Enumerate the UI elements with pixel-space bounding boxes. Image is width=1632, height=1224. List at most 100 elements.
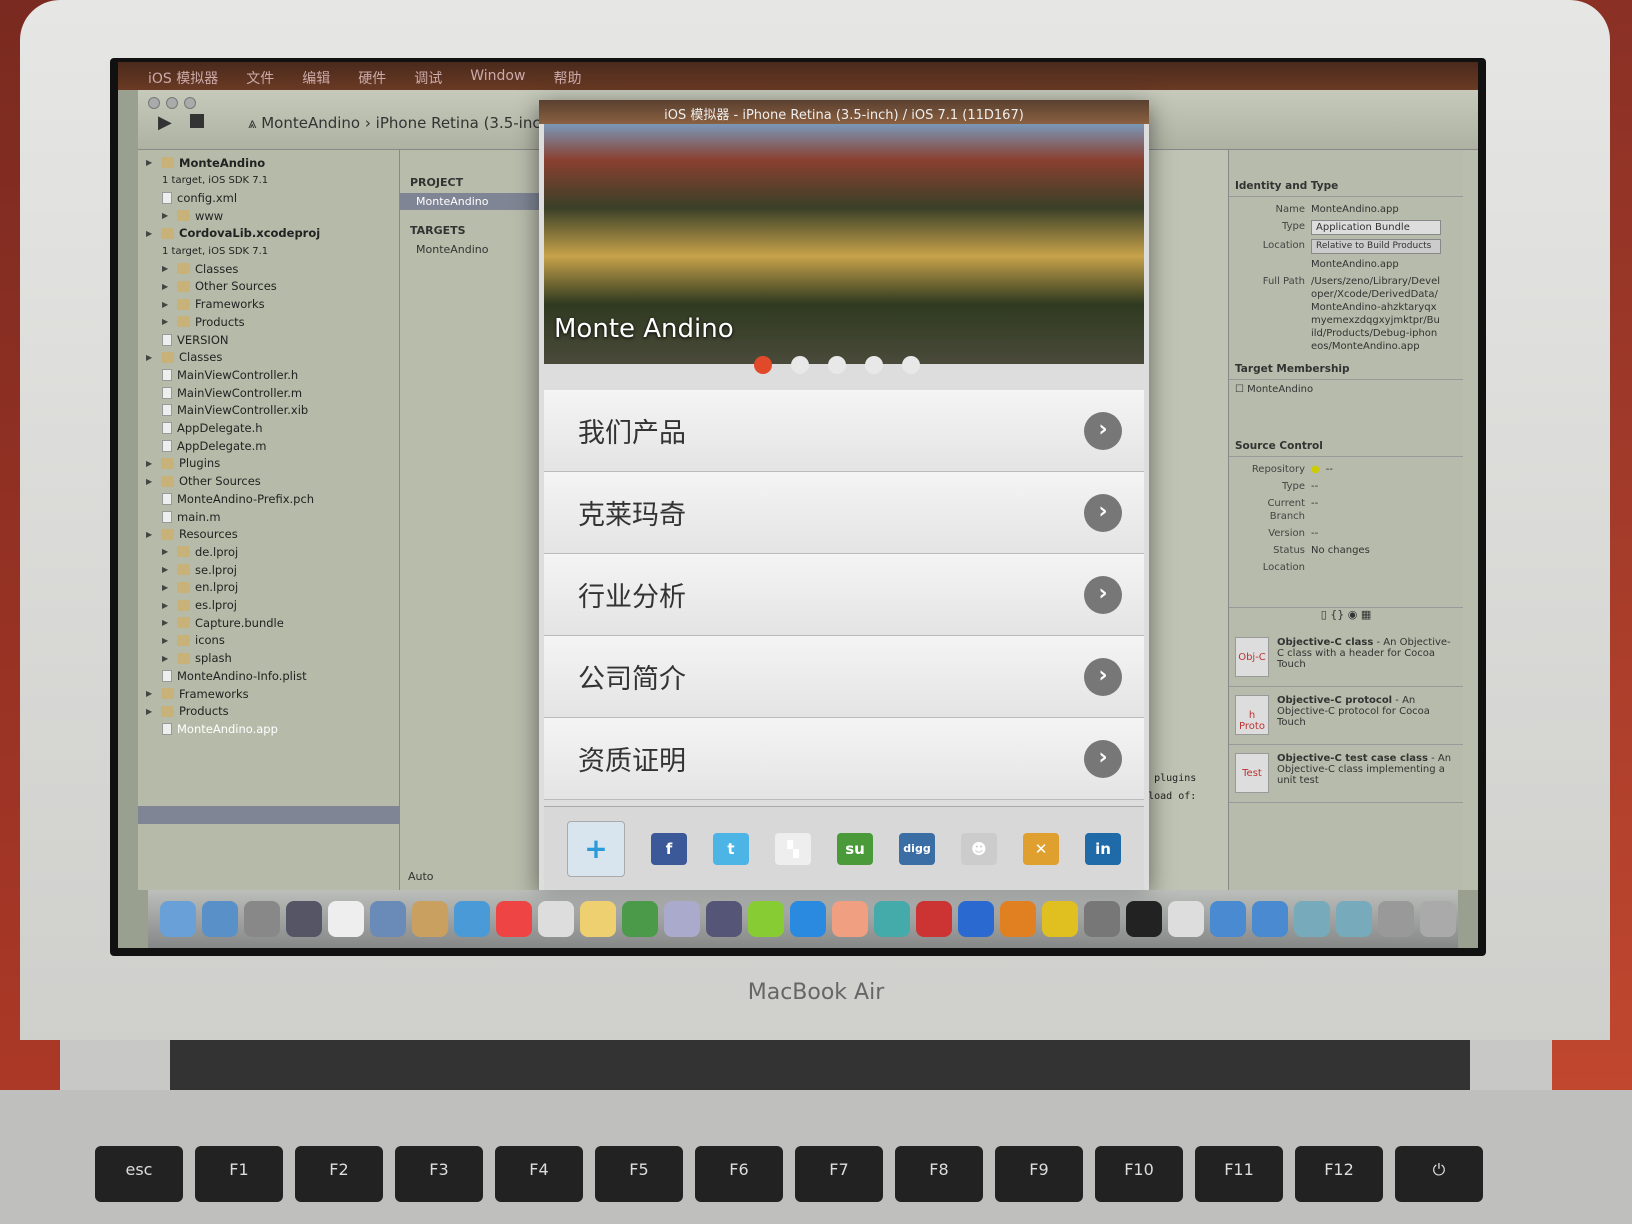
disclosure-triangle-icon[interactable]: ▶	[162, 618, 172, 627]
dock-app-icon[interactable]	[1084, 901, 1120, 937]
tree-row[interactable]: ▶ CordovaLib.xcodeproj	[146, 225, 320, 242]
tree-row[interactable]: ▶ Frameworks	[146, 685, 249, 702]
menu-row[interactable]: 我们产品 ›	[544, 390, 1144, 472]
dock-app-icon[interactable]	[286, 901, 322, 937]
dock-app-icon[interactable]	[1042, 901, 1078, 937]
tree-row[interactable]: ▶ www	[162, 207, 223, 224]
disclosure-triangle-icon[interactable]: ▶	[162, 317, 172, 326]
disclosure-triangle-icon[interactable]: ▶	[162, 282, 172, 291]
tree-row[interactable]: ▶ se.lproj	[162, 561, 237, 578]
disclosure-triangle-icon[interactable]: ▶	[146, 353, 156, 362]
template-item[interactable]: Obj-C Objective-C class - An Objective-C …	[1229, 629, 1463, 687]
dock-app-icon[interactable]	[1252, 901, 1288, 937]
disclosure-triangle-icon[interactable]: ▶	[146, 707, 156, 716]
menu-item[interactable]: Window	[470, 68, 525, 84]
run-button[interactable]: ▶	[158, 112, 172, 133]
dock-app-icon[interactable]	[916, 901, 952, 937]
tree-row[interactable]: ▶ Resources	[146, 526, 238, 543]
tree-row[interactable]: MonteAndino-Info.plist	[162, 667, 307, 684]
page-dot[interactable]	[754, 356, 772, 374]
library-tabs[interactable]: ▯ {} ◉ ▦	[1229, 607, 1463, 629]
disclosure-triangle-icon[interactable]: ▶	[162, 547, 172, 556]
menu-item[interactable]: iOS 模拟器	[148, 68, 218, 87]
menu-item[interactable]: 帮助	[553, 68, 581, 87]
disclosure-triangle-icon[interactable]: ▶	[146, 530, 156, 539]
dock-app-icon[interactable]	[1168, 901, 1204, 937]
tree-row[interactable]: MainViewController.xib	[162, 402, 308, 419]
dock-app-icon[interactable]	[244, 901, 280, 937]
reddit-icon[interactable]: ☻	[961, 832, 997, 865]
dock-app-icon[interactable]	[580, 901, 616, 937]
tree-row[interactable]: ▶ Plugins	[146, 455, 220, 472]
disclosure-triangle-icon[interactable]: ▶	[162, 300, 172, 309]
dock-app-icon[interactable]	[832, 901, 868, 937]
dock-app-icon[interactable]	[1336, 901, 1372, 937]
dock-app-icon[interactable]	[1378, 901, 1414, 937]
dock-app-icon[interactable]	[1420, 901, 1456, 937]
scheme-selector[interactable]: ⩓ MonteAndino › iPhone Retina (3.5-inch)	[248, 114, 556, 132]
tree-row[interactable]: ▶ Products	[162, 313, 245, 330]
tree-row[interactable]: ▶ Frameworks	[162, 296, 265, 313]
dock-app-icon[interactable]	[1210, 901, 1246, 937]
tree-row[interactable]: ▶ Other Sources	[146, 473, 261, 490]
dock-app-icon[interactable]	[790, 901, 826, 937]
stumbleupon-icon[interactable]: su	[837, 832, 873, 865]
disclosure-triangle-icon[interactable]: ▶	[146, 459, 156, 468]
tree-row[interactable]: main.m	[162, 508, 221, 525]
menu-item[interactable]: 硬件	[358, 68, 386, 87]
page-dot[interactable]	[828, 356, 846, 374]
traffic-lights[interactable]	[148, 94, 202, 113]
menu-row[interactable]: 行业分析 ›	[544, 554, 1144, 636]
tree-row[interactable]: ▶ MonteAndino	[146, 154, 265, 171]
name-field[interactable]: MonteAndino.app	[1311, 203, 1399, 216]
disclosure-triangle-icon[interactable]: ▶	[162, 583, 172, 592]
dock-app-icon[interactable]	[454, 901, 490, 937]
tree-row[interactable]: MonteAndino.app	[162, 720, 278, 737]
auto-selector[interactable]: Auto	[408, 870, 434, 883]
menu-row[interactable]: 资质证明 ›	[544, 718, 1144, 800]
tree-row[interactable]: config.xml	[162, 189, 237, 206]
dock-app-icon[interactable]	[1000, 901, 1036, 937]
dock-app-icon[interactable]	[958, 901, 994, 937]
disclosure-triangle-icon[interactable]: ▶	[162, 636, 172, 645]
disclosure-triangle-icon[interactable]: ▶	[162, 601, 172, 610]
template-item[interactable]: Test Objective-C test case class - An Obj…	[1229, 745, 1463, 803]
dock-app-icon[interactable]	[328, 901, 364, 937]
tree-row[interactable]: VERSION	[162, 331, 228, 348]
menu-item[interactable]: 编辑	[302, 68, 330, 87]
dock-app-icon[interactable]	[706, 901, 742, 937]
facebook-icon[interactable]: f	[651, 832, 687, 865]
page-dot[interactable]	[902, 356, 920, 374]
checkbox[interactable]: ☐	[1235, 384, 1247, 395]
xing-icon[interactable]: ✕	[1023, 832, 1059, 865]
disclosure-triangle-icon[interactable]: ▶	[146, 229, 156, 238]
dock-app-icon[interactable]	[370, 901, 406, 937]
dock-app-icon[interactable]	[496, 901, 532, 937]
disclosure-triangle-icon[interactable]: ▶	[146, 477, 156, 486]
dock-app-icon[interactable]	[874, 901, 910, 937]
menu-row[interactable]: 克莱玛奇 ›	[544, 472, 1144, 554]
menu-row[interactable]: 公司简介 ›	[544, 636, 1144, 718]
disclosure-triangle-icon[interactable]: ▶	[162, 654, 172, 663]
tree-row[interactable]: ▶ es.lproj	[162, 597, 237, 614]
tree-row[interactable]: MainViewController.m	[162, 384, 302, 401]
twitter-icon[interactable]: t	[713, 832, 749, 865]
dock-app-icon[interactable]	[1294, 901, 1330, 937]
dock-app-icon[interactable]	[202, 901, 238, 937]
membership-row[interactable]: ☐ MonteAndino	[1229, 380, 1463, 436]
digg-icon[interactable]: digg	[899, 832, 935, 865]
dock-app-icon[interactable]	[538, 901, 574, 937]
linkedin-icon[interactable]: in	[1085, 832, 1121, 865]
delicious-icon[interactable]: ▚	[775, 832, 811, 865]
stop-button[interactable]	[190, 114, 204, 128]
disclosure-triangle-icon[interactable]: ▶	[162, 264, 172, 273]
dock-app-icon[interactable]	[622, 901, 658, 937]
project-item[interactable]: MonteAndino	[400, 193, 539, 210]
type-select[interactable]: Application Bundle	[1311, 220, 1441, 235]
tree-row[interactable]: 1 target, iOS SDK 7.1	[162, 172, 268, 189]
disclosure-triangle-icon[interactable]: ▶	[162, 565, 172, 574]
page-dot[interactable]	[791, 356, 809, 374]
dock-app-icon[interactable]	[664, 901, 700, 937]
disclosure-triangle-icon[interactable]: ▶	[146, 158, 156, 167]
tree-row[interactable]: ▶ de.lproj	[162, 543, 238, 560]
